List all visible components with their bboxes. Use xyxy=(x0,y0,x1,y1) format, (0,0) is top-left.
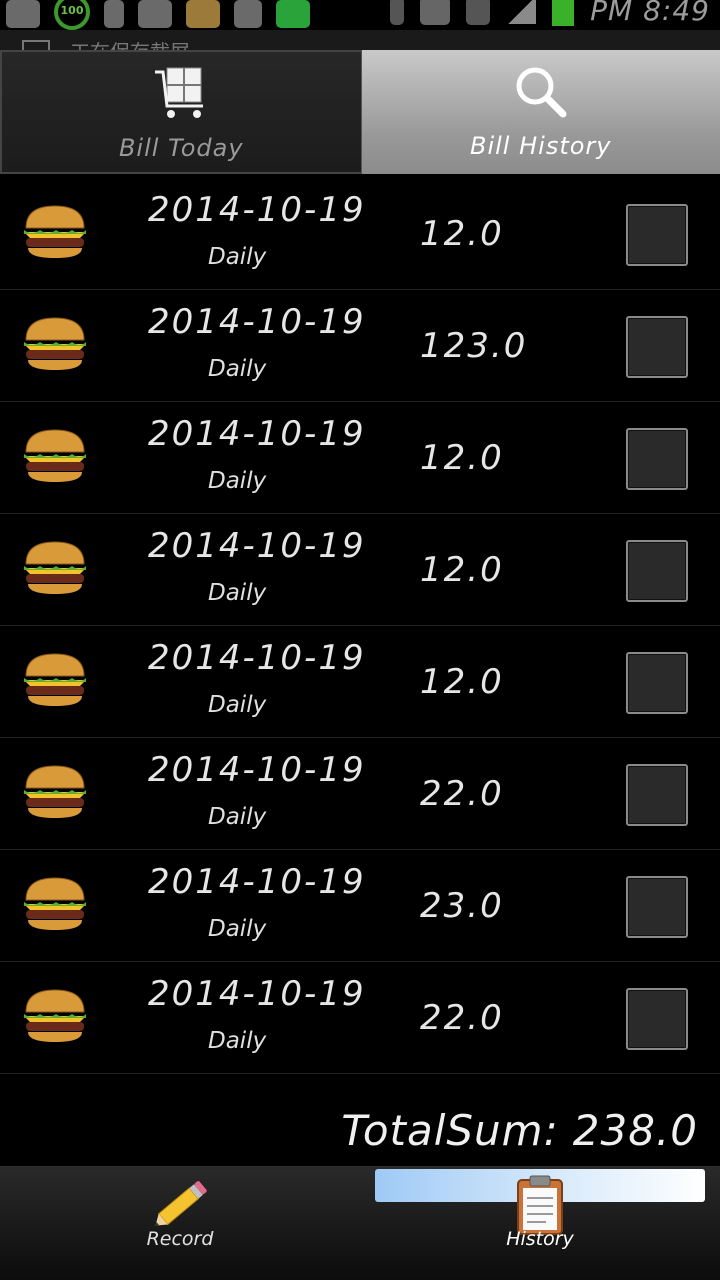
status-system-icons: PM 8:49 xyxy=(390,0,710,27)
bill-category: Daily xyxy=(208,804,267,830)
bill-checkbox[interactable] xyxy=(626,540,688,602)
burger-icon xyxy=(24,317,86,370)
nav-record[interactable]: Record xyxy=(0,1166,360,1280)
burger-icon xyxy=(24,653,86,706)
bill-date: 2014-10-19 xyxy=(148,302,366,342)
top-tab-bar: Bill Today Bill History xyxy=(0,50,720,174)
bill-row[interactable]: 2014-10-19 Daily 12.0 xyxy=(0,178,720,290)
status-time: PM 8:49 xyxy=(590,0,710,27)
nav-history[interactable]: History xyxy=(360,1166,720,1280)
bill-checkbox[interactable] xyxy=(626,428,688,490)
add-icon xyxy=(6,0,40,28)
burger-icon xyxy=(24,429,86,482)
bill-checkbox[interactable] xyxy=(626,204,688,266)
nav-record-label: Record xyxy=(146,1228,214,1250)
bill-history-list: 2014-10-19 Daily 12.0 2014-10-19 Daily 1… xyxy=(0,178,720,1074)
bottom-nav-bar: Record History xyxy=(0,1166,720,1280)
bill-date: 2014-10-19 xyxy=(148,526,366,566)
image-icon xyxy=(138,0,172,28)
bill-amount: 12.0 xyxy=(420,438,504,478)
bill-amount: 12.0 xyxy=(420,214,504,254)
bill-row[interactable]: 2014-10-19 Daily 22.0 xyxy=(0,738,720,850)
tab-bill-history[interactable]: Bill History xyxy=(361,50,720,174)
bill-checkbox[interactable] xyxy=(626,652,688,714)
total-sum-value: 238.0 xyxy=(572,1106,698,1155)
bill-category: Daily xyxy=(208,692,267,718)
bill-checkbox[interactable] xyxy=(626,316,688,378)
total-sum-label: TotalSum: xyxy=(341,1106,559,1155)
bill-category: Daily xyxy=(208,1028,267,1054)
bill-amount: 22.0 xyxy=(420,998,504,1038)
bill-row[interactable]: 2014-10-19 Daily 23.0 xyxy=(0,850,720,962)
notification-strip: 工在保存截屏 xyxy=(0,30,720,50)
bill-date: 2014-10-19 xyxy=(148,414,366,454)
facebook-icon xyxy=(234,0,262,28)
bill-date: 2014-10-19 xyxy=(148,974,366,1014)
bill-checkbox[interactable] xyxy=(626,764,688,826)
broom-icon xyxy=(186,0,220,28)
bill-row[interactable]: 2014-10-19 Daily 12.0 xyxy=(0,514,720,626)
tab-bill-today-label: Bill Today xyxy=(118,134,244,162)
bill-row[interactable]: 2014-10-19 Daily 123.0 xyxy=(0,290,720,402)
burger-icon xyxy=(24,877,86,930)
bill-date: 2014-10-19 xyxy=(148,862,366,902)
bill-checkbox[interactable] xyxy=(626,876,688,938)
nav-history-label: History xyxy=(506,1228,574,1250)
bill-amount: 123.0 xyxy=(420,326,528,366)
wifi-icon xyxy=(466,0,491,25)
bill-row[interactable]: 2014-10-19 Daily 12.0 xyxy=(0,626,720,738)
battery-100-icon: 100 xyxy=(54,0,90,30)
usb-icon xyxy=(104,0,124,28)
bill-date: 2014-10-19 xyxy=(148,750,366,790)
burger-icon xyxy=(24,205,86,258)
cart-icon xyxy=(155,67,204,118)
bill-category: Daily xyxy=(208,468,267,494)
bill-amount: 12.0 xyxy=(420,550,504,590)
notification-text: 工在保存截屏 xyxy=(70,36,190,50)
bill-category: Daily xyxy=(208,244,267,270)
notification-checkbox-icon xyxy=(22,40,50,50)
bill-date: 2014-10-19 xyxy=(148,638,366,678)
tab-bill-history-label: Bill History xyxy=(470,132,612,160)
bill-row[interactable]: 2014-10-19 Daily 22.0 xyxy=(0,962,720,1074)
battery-charging-icon xyxy=(552,0,575,26)
status-notification-icons: 100 xyxy=(6,0,310,30)
total-sum: TotalSum: 238.0 xyxy=(341,1106,698,1155)
burger-icon xyxy=(24,765,86,818)
clipboard-icon xyxy=(517,1175,563,1235)
bill-amount: 22.0 xyxy=(420,774,504,814)
bill-category: Daily xyxy=(208,580,267,606)
bill-amount: 12.0 xyxy=(420,662,504,702)
bill-row[interactable]: 2014-10-19 Daily 12.0 xyxy=(0,402,720,514)
bill-amount: 23.0 xyxy=(420,886,504,926)
tab-bill-today[interactable]: Bill Today xyxy=(0,50,362,174)
wechat-icon xyxy=(276,0,310,28)
status-bar: 100 PM 8:49 xyxy=(0,0,720,30)
signal-icon xyxy=(506,0,537,24)
bill-date: 2014-10-19 xyxy=(148,190,366,230)
bill-category: Daily xyxy=(208,916,267,942)
burger-icon xyxy=(24,989,86,1042)
bill-checkbox[interactable] xyxy=(626,988,688,1050)
burger-icon xyxy=(24,541,86,594)
search-icon xyxy=(516,67,567,118)
bill-category: Daily xyxy=(208,356,267,382)
bluetooth-icon xyxy=(390,0,405,25)
pencil-icon xyxy=(155,1181,207,1226)
data-icon xyxy=(420,0,451,25)
